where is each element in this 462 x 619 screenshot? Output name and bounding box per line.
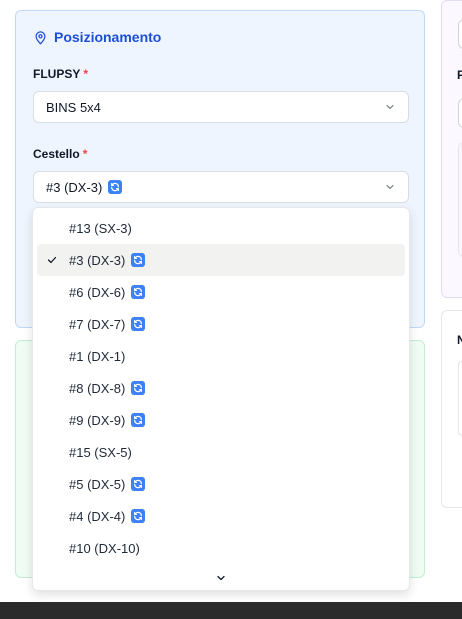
sync-icon (131, 253, 146, 267)
dropdown-option[interactable]: #1 (DX-1) (37, 340, 405, 372)
cestello-select-value: #3 (DX-3) (46, 179, 103, 195)
required-mark: * (83, 67, 89, 81)
cestello-label: Cestello * (33, 147, 88, 161)
chevron-down-icon (386, 104, 394, 110)
right-panel-label-2: N (457, 333, 462, 347)
flupsy-label: FLUPSY * (33, 67, 89, 81)
sync-icon (131, 509, 146, 523)
dropdown-option[interactable]: #8 (DX-8) (37, 372, 405, 404)
flupsy-select-value: BINS 5x4 (46, 99, 101, 115)
sync-icon (131, 477, 146, 491)
dropdown-option-label: #5 (DX-5) (69, 476, 126, 492)
dropdown-option[interactable]: #6 (DX-6) (37, 276, 405, 308)
dropdown-option-label: #1 (DX-1) (69, 348, 126, 364)
sync-icon (108, 180, 123, 194)
dropdown-option[interactable]: #4 (DX-4) (37, 500, 405, 532)
dropdown-option[interactable]: #13 (SX-3) (37, 212, 405, 244)
flupsy-select[interactable]: BINS 5x4 (33, 91, 409, 123)
dropdown-option[interactable]: #9 (DX-9) (37, 404, 405, 436)
dropdown-option-label: #9 (DX-9) (69, 412, 126, 428)
dropdown-option-label: #3 (DX-3) (69, 252, 126, 268)
scroll-down-button[interactable] (33, 568, 409, 588)
taskbar (0, 602, 462, 619)
sync-icon (131, 381, 146, 395)
sync-icon (131, 285, 146, 299)
posizionamento-title: Posizionamento (54, 29, 162, 45)
right-input-stub-1[interactable] (458, 19, 462, 49)
sync-icon (131, 413, 146, 427)
dropdown-option[interactable]: #10 (DX-10) (37, 532, 405, 564)
cestello-select[interactable]: #3 (DX-3) (33, 171, 409, 203)
right-input-stub-2[interactable] (458, 98, 462, 128)
check-icon (46, 254, 58, 266)
right-panel-label-1: F (457, 68, 462, 82)
dropdown-option[interactable]: #7 (DX-7) (37, 308, 405, 340)
dropdown-option-label: #15 (SX-5) (69, 444, 132, 460)
dropdown-option-label: #7 (DX-7) (69, 316, 126, 332)
sync-icon (131, 317, 146, 331)
dropdown-option[interactable]: #15 (SX-5) (37, 436, 405, 468)
chevron-down-icon (217, 575, 225, 581)
chevron-down-icon (386, 184, 394, 190)
right-panel-inner-white (458, 360, 462, 437)
dropdown-option-label: #4 (DX-4) (69, 508, 126, 524)
dropdown-option-label: #8 (DX-8) (69, 380, 126, 396)
dropdown-option[interactable]: #5 (DX-5) (37, 468, 405, 500)
required-mark: * (82, 147, 88, 161)
dropdown-option-label: #10 (DX-10) (69, 540, 140, 556)
option-list: #13 (SX-3) #3 (DX-3) #6 (DX-6) #7 (DX-7) #1 … (33, 212, 409, 564)
right-panel-inner-purple (458, 142, 462, 257)
dropdown-option-label: #6 (DX-6) (69, 284, 126, 300)
posizionamento-heading: Posizionamento (33, 29, 161, 45)
map-pin-icon (35, 30, 46, 44)
dropdown-option-label: #13 (SX-3) (69, 220, 132, 236)
dropdown-option[interactable]: #3 (DX-3) (37, 244, 405, 276)
cestello-dropdown: #13 (SX-3) #3 (DX-3) #6 (DX-6) #7 (DX-7) #1 … (32, 207, 410, 591)
